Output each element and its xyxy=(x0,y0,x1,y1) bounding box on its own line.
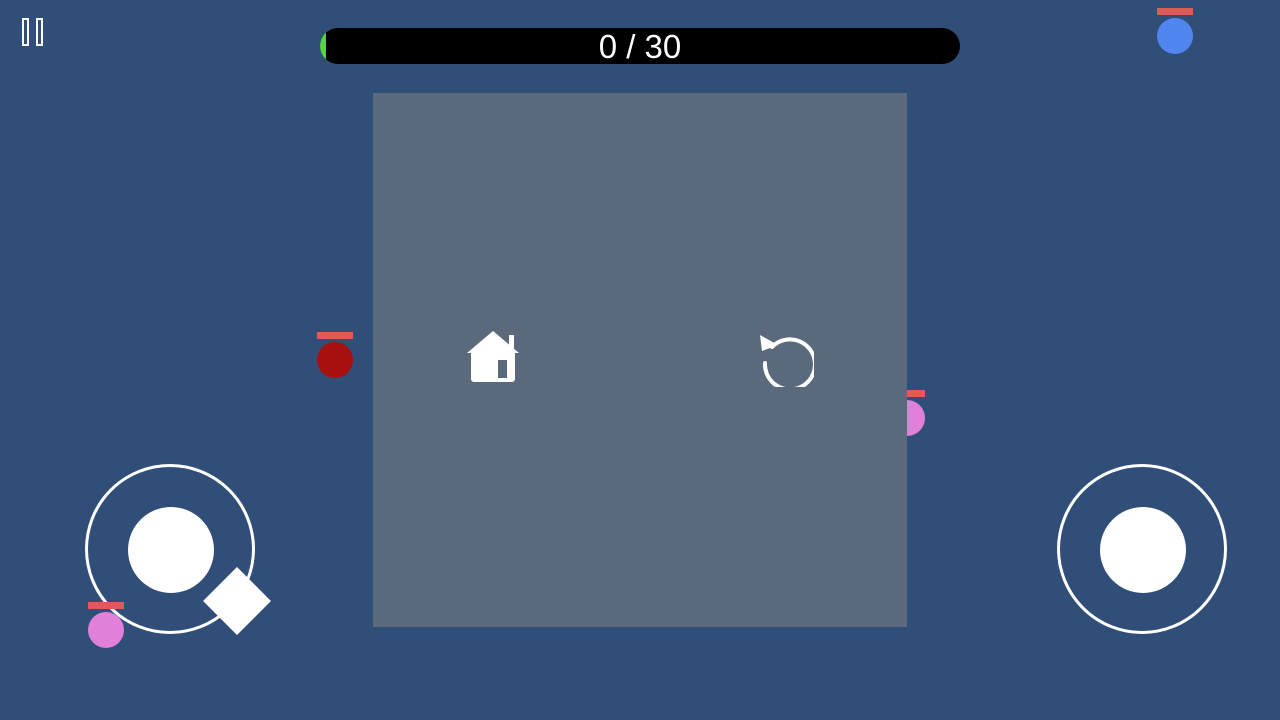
health-bar xyxy=(88,602,124,609)
unit-body xyxy=(317,342,353,378)
unit-body xyxy=(1157,18,1193,54)
joystick-knob[interactable] xyxy=(1100,507,1186,593)
pink-unit-left xyxy=(87,602,125,650)
health-bar xyxy=(317,332,353,339)
aim-joystick[interactable] xyxy=(1057,464,1227,634)
health-bar xyxy=(1157,8,1193,15)
blue-unit xyxy=(1156,8,1194,56)
restart-icon xyxy=(760,335,817,392)
joystick-knob[interactable] xyxy=(128,507,214,593)
unit-body xyxy=(88,612,124,648)
red-unit xyxy=(316,332,354,380)
pause-icon-left-bar xyxy=(22,18,29,46)
pause-icon-right-bar xyxy=(36,18,43,46)
pause-button[interactable] xyxy=(22,18,46,46)
progress-label: 0 / 30 xyxy=(598,28,682,64)
home-icon xyxy=(467,331,519,382)
pause-menu-panel xyxy=(373,93,907,627)
home-button[interactable] xyxy=(465,329,521,385)
kill-progress-bar: 0 / 30 xyxy=(320,28,960,64)
restart-button[interactable] xyxy=(758,331,817,392)
game-stage: 0 / 30 xyxy=(0,0,1280,720)
